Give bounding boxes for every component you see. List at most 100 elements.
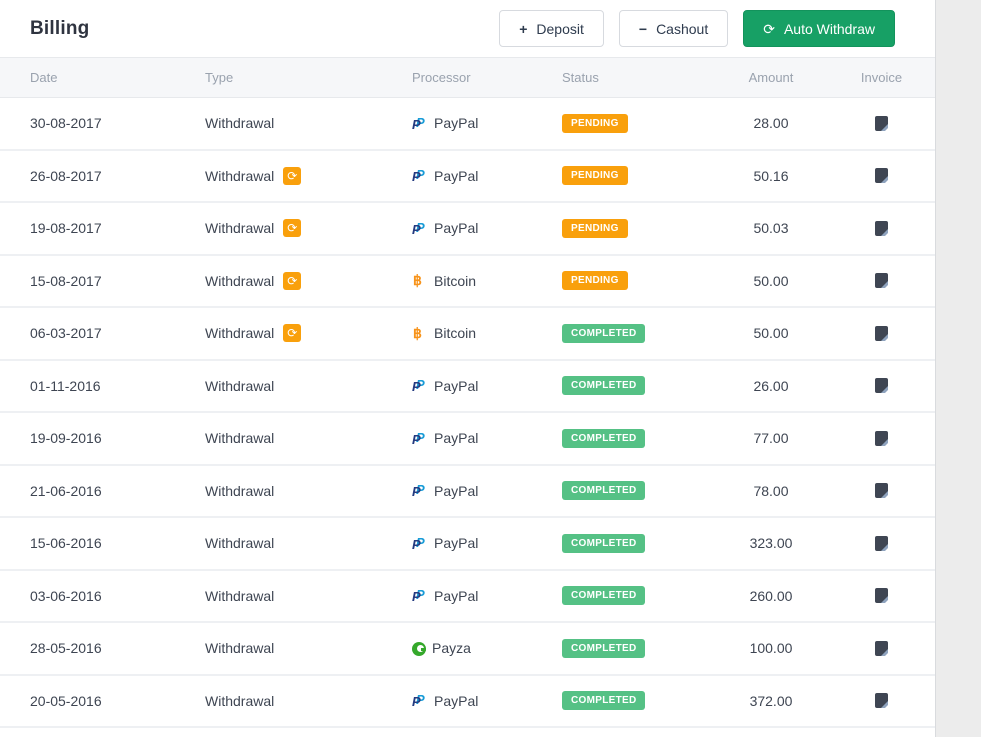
date-value: 19-08-2017	[30, 220, 102, 237]
date-cell: 28-05-2016	[0, 640, 175, 656]
page-title: Billing	[30, 17, 90, 39]
status-cell: COMPLETED	[552, 481, 702, 501]
invoice-icon[interactable]	[875, 588, 890, 606]
processor-cell: PayPal	[382, 535, 552, 552]
amount-cell: 78.00	[702, 483, 840, 499]
amount-value: 323.00	[749, 535, 793, 552]
invoice-cell	[840, 115, 935, 133]
deposit-button[interactable]: + Deposit	[499, 10, 604, 47]
invoice-cell	[840, 168, 935, 186]
date-value: 15-08-2017	[30, 272, 102, 289]
amount-cell: 50.16	[702, 168, 840, 184]
table-row: 15-06-2016 Withdrawal PayPal COMPLETED 3…	[0, 518, 935, 571]
amount-cell: 50.00	[702, 273, 840, 289]
table-row: 26-08-2017 Withdrawal ⟳ PayPal PENDING 5…	[0, 150, 935, 203]
amount-cell: 260.00	[702, 588, 840, 604]
column-header-date: Date	[30, 70, 58, 85]
table-row: 19-09-2016 Withdrawal PayPal COMPLETED 7…	[0, 413, 935, 466]
bitcoin-icon	[412, 325, 428, 342]
type-value: Withdrawal	[205, 272, 275, 289]
invoice-icon[interactable]	[875, 273, 890, 291]
invoice-icon[interactable]	[875, 483, 890, 501]
processor-name: PayPal	[434, 692, 479, 709]
type-value: Withdrawal	[205, 377, 275, 394]
processor-name: PayPal	[434, 167, 479, 184]
date-value: 28-05-2016	[30, 640, 102, 657]
type-cell: Withdrawal	[175, 588, 382, 604]
invoice-icon[interactable]	[875, 430, 890, 448]
type-cell: Withdrawal	[175, 430, 382, 446]
bitcoin-icon	[412, 272, 428, 289]
type-value: Withdrawal	[205, 220, 275, 237]
amount-value: 77.00	[753, 430, 789, 447]
status-badge: COMPLETED	[562, 638, 646, 658]
processor-name: Payza	[432, 640, 471, 657]
processor-cell: PayPal	[382, 377, 552, 394]
date-value: 15-06-2016	[30, 535, 102, 552]
auto-withdraw-button[interactable]: ⟳ Auto Withdraw	[743, 10, 895, 47]
date-value: 20-05-2016	[30, 692, 102, 709]
date-value: 03-06-2016	[30, 587, 102, 604]
column-header-invoice: Invoice	[860, 70, 903, 85]
amount-cell: 26.00	[702, 378, 840, 394]
amount-value: 260.00	[749, 587, 793, 604]
auto-refresh-icon: ⟳	[283, 324, 302, 343]
invoice-cell	[840, 220, 935, 238]
type-cell: Withdrawal	[175, 693, 382, 709]
processor-cell: Bitcoin	[382, 272, 552, 289]
invoice-icon[interactable]	[875, 220, 890, 238]
paypal-icon	[412, 535, 428, 552]
type-cell: Withdrawal	[175, 115, 382, 131]
processor-name: PayPal	[434, 115, 479, 132]
table-row: 01-11-2016 Withdrawal PayPal COMPLETED 2…	[0, 360, 935, 413]
amount-cell: 372.00	[702, 693, 840, 709]
status-badge: COMPLETED	[562, 481, 646, 501]
page-background-strip	[935, 0, 981, 737]
table-row: 21-06-2016 Withdrawal PayPal COMPLETED 7…	[0, 465, 935, 518]
type-cell: Withdrawal ⟳	[175, 166, 382, 185]
amount-cell: 50.03	[702, 220, 840, 236]
cashout-button-label: Cashout	[656, 20, 709, 37]
table-row: 15-08-2017 Withdrawal ⟳ Bitcoin PENDING …	[0, 255, 935, 308]
cashout-button[interactable]: − Cashout	[618, 10, 729, 47]
amount-value: 28.00	[753, 115, 789, 132]
invoice-icon[interactable]	[875, 640, 890, 658]
amount-value: 50.16	[753, 167, 789, 184]
toolbar: + Deposit − Cashout ⟳ Auto Withdraw	[499, 10, 895, 47]
date-value: 30-08-2017	[30, 115, 102, 132]
minus-icon: −	[638, 20, 648, 37]
type-value: Withdrawal	[205, 115, 275, 132]
paypal-icon	[412, 430, 428, 447]
invoice-cell	[840, 640, 935, 658]
status-cell: PENDING	[552, 271, 702, 291]
invoice-icon[interactable]	[875, 535, 890, 553]
date-cell: 01-11-2016	[0, 378, 175, 394]
billing-panel: Billing + Deposit − Cashout ⟳ Auto Withd…	[0, 0, 935, 728]
processor-name: PayPal	[434, 535, 479, 552]
status-cell: COMPLETED	[552, 691, 702, 711]
table-body: 30-08-2017 Withdrawal PayPal PENDING 28.…	[0, 98, 935, 728]
invoice-icon[interactable]	[875, 115, 890, 133]
date-value: 06-03-2017	[30, 325, 102, 342]
invoice-icon[interactable]	[875, 325, 890, 343]
processor-cell: PayPal	[382, 430, 552, 447]
auto-withdraw-button-label: Auto Withdraw	[783, 20, 875, 37]
invoice-icon[interactable]	[875, 693, 890, 711]
paypal-icon	[412, 220, 428, 237]
status-cell: COMPLETED	[552, 586, 702, 606]
invoice-icon[interactable]	[875, 168, 890, 186]
table-row: 06-03-2017 Withdrawal ⟳ Bitcoin COMPLETE…	[0, 308, 935, 361]
type-value: Withdrawal	[205, 692, 275, 709]
date-value: 21-06-2016	[30, 482, 102, 499]
invoice-icon[interactable]	[875, 378, 890, 396]
amount-cell: 77.00	[702, 430, 840, 446]
column-header-processor: Processor	[412, 70, 471, 85]
type-cell: Withdrawal ⟳	[175, 324, 382, 343]
table-row: 20-05-2016 Withdrawal PayPal COMPLETED 3…	[0, 675, 935, 728]
processor-name: Bitcoin	[434, 272, 477, 289]
date-cell: 15-06-2016	[0, 535, 175, 551]
amount-value: 78.00	[753, 482, 789, 499]
amount-cell: 100.00	[702, 640, 840, 656]
processor-name: PayPal	[434, 482, 479, 499]
paypal-icon	[412, 482, 428, 499]
